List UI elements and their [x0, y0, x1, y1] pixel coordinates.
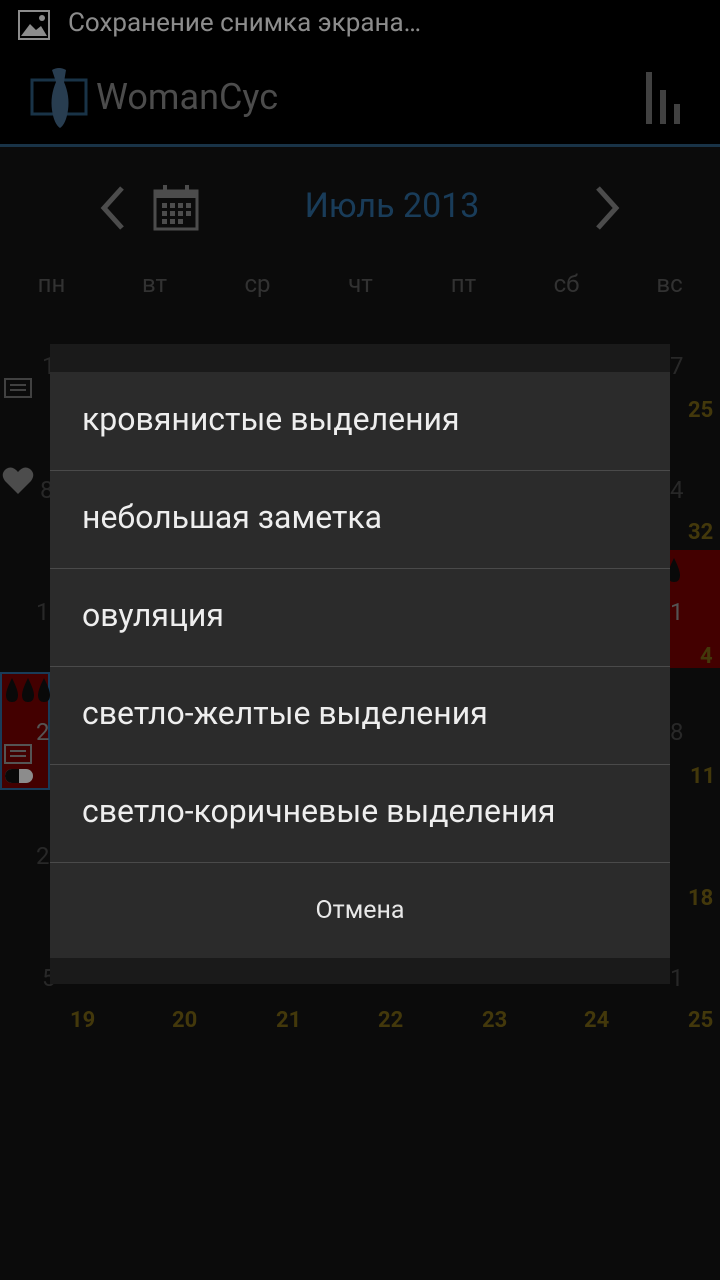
option-light-yellow-discharge[interactable]: светло-желтые выделения — [50, 666, 670, 765]
cancel-button[interactable]: Отмена — [50, 862, 670, 958]
option-label: кровянистые выделения — [82, 400, 460, 438]
option-label: овуляция — [82, 596, 224, 634]
option-ovulation[interactable]: овуляция — [50, 568, 670, 667]
option-label: светло-коричневые выделения — [82, 792, 556, 830]
option-small-note[interactable]: небольшая заметка — [50, 470, 670, 569]
symptom-dialog: кровянистые выделения небольшая заметка … — [50, 372, 670, 958]
cancel-label: Отмена — [315, 896, 405, 925]
option-light-brown-discharge[interactable]: светло-коричневые выделения — [50, 764, 670, 863]
option-bloody-discharge[interactable]: кровянистые выделения — [50, 372, 670, 471]
option-label: небольшая заметка — [82, 498, 383, 536]
option-label: светло-желтые выделения — [82, 694, 488, 732]
